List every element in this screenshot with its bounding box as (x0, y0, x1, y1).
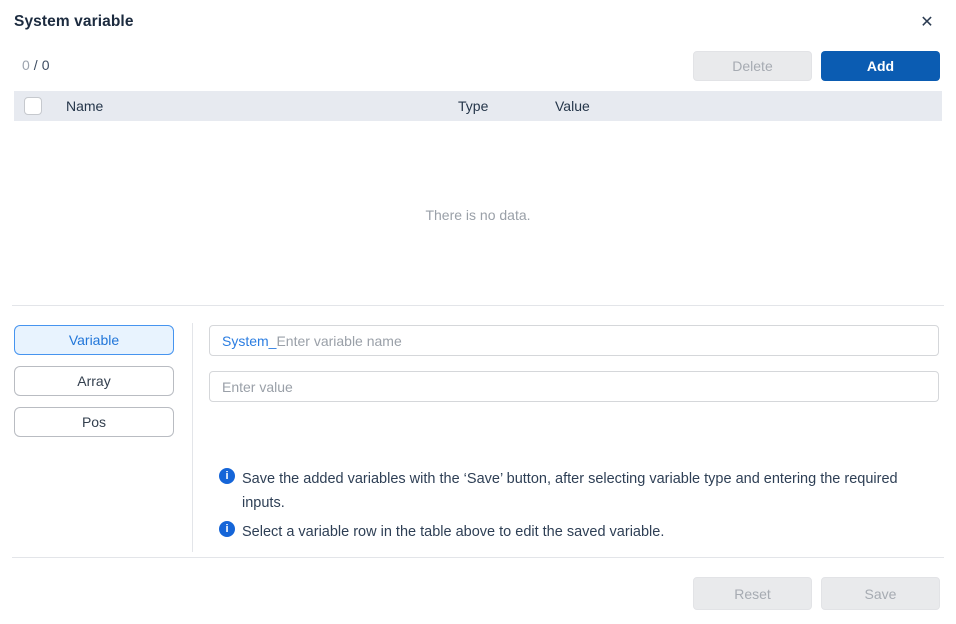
variable-name-prefix: System_ (222, 333, 276, 349)
column-header-name: Name (66, 98, 103, 114)
section-divider-bottom (12, 557, 944, 558)
selected-count: 0 (22, 57, 30, 73)
tab-pos[interactable]: Pos (14, 407, 174, 437)
total-count: 0 (42, 57, 50, 73)
info-note-text: Save the added variables with the ‘Save’… (242, 467, 932, 515)
vertical-divider (192, 323, 193, 552)
close-icon[interactable]: ✕ (916, 12, 938, 34)
save-button[interactable]: Save (821, 577, 940, 610)
info-note-text: Select a variable row in the table above… (242, 520, 664, 544)
value-input[interactable] (209, 371, 939, 402)
select-all-checkbox[interactable] (24, 97, 42, 115)
tab-array[interactable]: Array (14, 366, 174, 396)
section-divider-top (12, 305, 944, 306)
variable-name-input[interactable]: System_Enter variable name (209, 325, 939, 356)
system-variable-dialog: System variable ✕ 0/0 Delete Add Name Ty… (0, 0, 956, 624)
info-note-edit: i Select a variable row in the table abo… (219, 520, 664, 544)
column-header-type: Type (458, 98, 488, 114)
page-title: System variable (14, 13, 134, 31)
delete-button[interactable]: Delete (693, 51, 812, 81)
variable-name-placeholder: Enter variable name (276, 333, 401, 349)
info-icon: i (219, 521, 235, 537)
selection-counter: 0/0 (22, 57, 49, 73)
table-header: Name Type Value (14, 91, 942, 121)
info-icon: i (219, 468, 235, 484)
column-header-value: Value (555, 98, 590, 114)
reset-button[interactable]: Reset (693, 577, 812, 610)
add-button[interactable]: Add (821, 51, 940, 81)
empty-state-text: There is no data. (0, 207, 956, 223)
tab-variable[interactable]: Variable (14, 325, 174, 355)
counter-separator: / (34, 57, 38, 73)
info-note-save: i Save the added variables with the ‘Sav… (219, 467, 932, 515)
